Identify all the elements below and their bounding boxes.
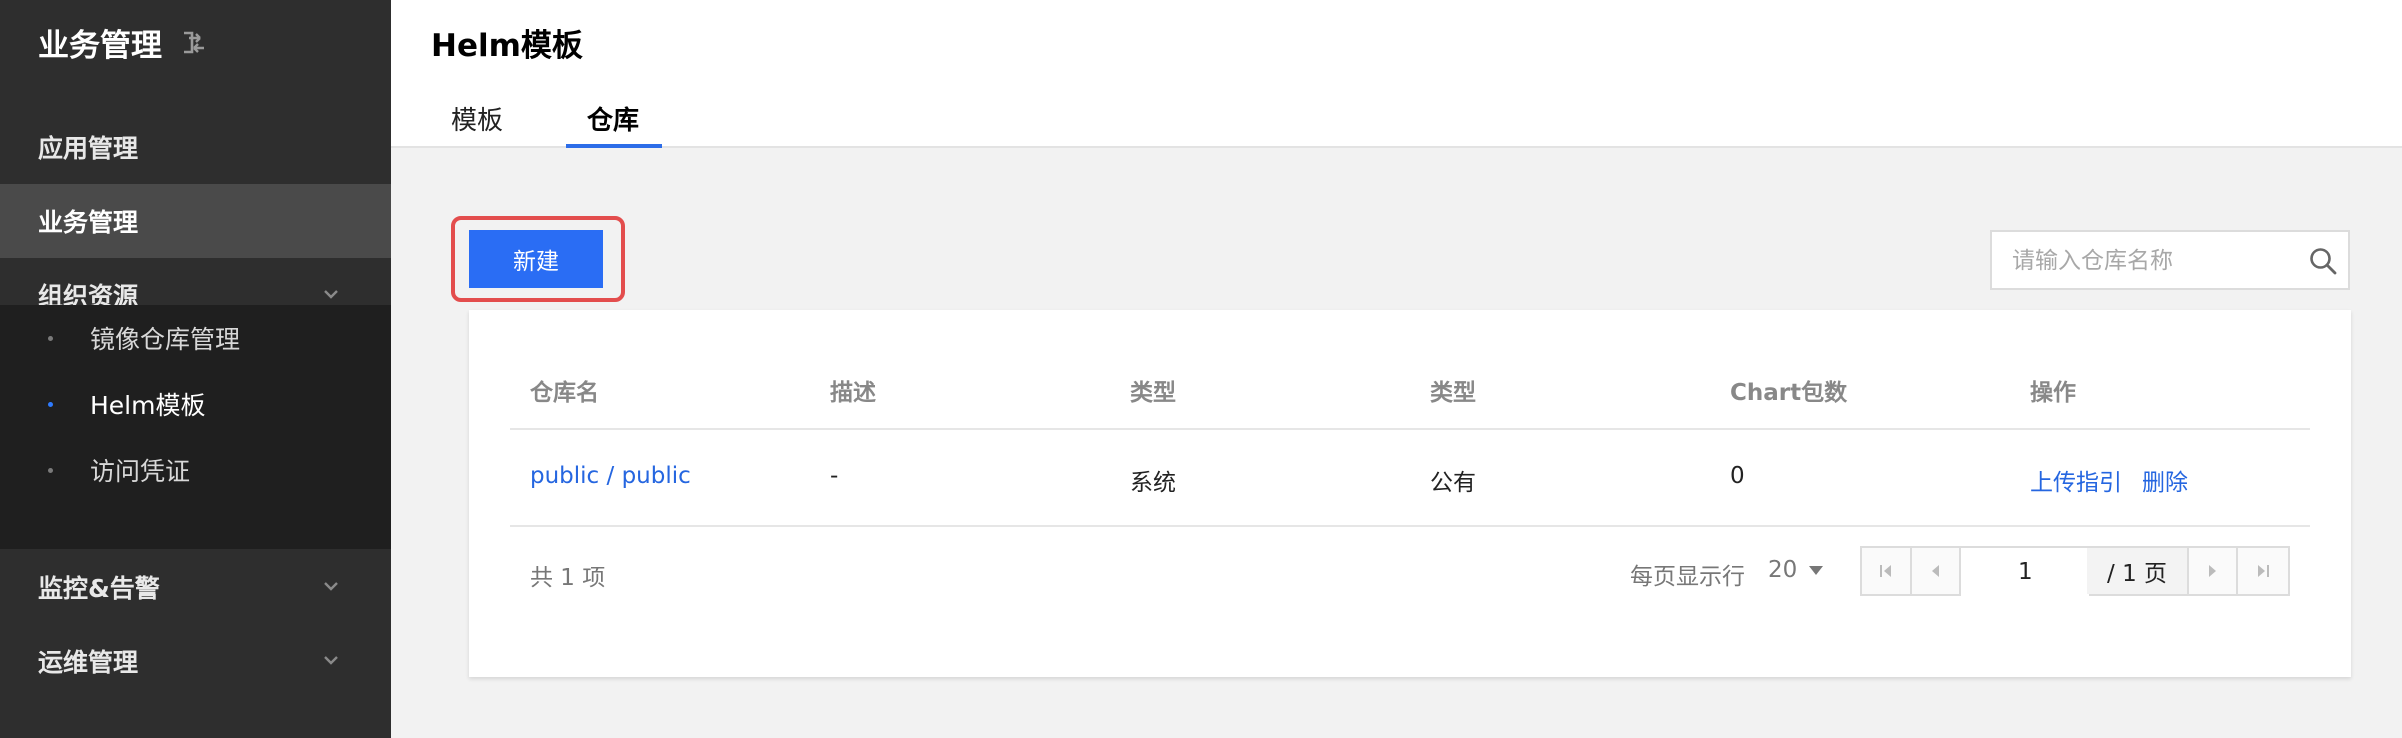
sidebar-item-label: 业务管理	[38, 208, 139, 237]
column-header-repo-name: 仓库名	[530, 380, 599, 406]
sidebar-item-monitoring-alerts[interactable]: 监控&告警	[0, 550, 391, 624]
sidebar-subitem-label: Helm模板	[90, 391, 206, 420]
last-page-icon	[2258, 565, 2270, 577]
chevron-down-icon	[324, 290, 338, 299]
page-size-label: 每页显示行	[1630, 564, 1745, 590]
prev-page-button[interactable]	[1911, 548, 1962, 594]
column-header-type: 类型	[1130, 380, 1176, 406]
bullet-dot	[48, 468, 53, 473]
first-page-icon	[1879, 565, 1891, 577]
new-button[interactable]: 新建	[469, 230, 603, 288]
repository-table-card: 仓库名 描述 类型 类型 Chart包数 操作 public / public …	[469, 310, 2351, 677]
search-box	[1990, 230, 2350, 290]
total-pages: / 1 页	[2087, 548, 2189, 594]
total-count: 共 1 项	[530, 565, 606, 591]
page-size-value: 20	[1768, 557, 1798, 583]
last-page-button[interactable]	[2238, 548, 2288, 594]
switch-icon[interactable]	[180, 30, 208, 56]
sidebar-subitem-access-credentials[interactable]: 访问凭证	[0, 437, 391, 503]
sidebar-subitem-helm-templates[interactable]: Helm模板	[0, 371, 391, 437]
sidebar-item-app-management[interactable]: 应用管理	[0, 110, 391, 184]
sidebar-subitem-label: 镜像仓库管理	[90, 325, 241, 354]
page-number-input[interactable]	[1961, 548, 2090, 596]
sidebar-submenu: 镜像仓库管理 Helm模板 访问凭证	[0, 305, 391, 549]
tab-repositories[interactable]: 仓库	[587, 100, 639, 137]
row-divider	[510, 525, 2310, 527]
sidebar-item-label: 监控&告警	[38, 574, 160, 603]
sidebar-subitem-label: 访问凭证	[90, 457, 191, 486]
repo-type: 系统	[1130, 470, 1176, 496]
repo-description: -	[830, 463, 839, 489]
column-header-chart-count: Chart包数	[1730, 380, 1848, 406]
sidebar-item-label: 应用管理	[38, 134, 139, 163]
repo-visibility: 公有	[1430, 470, 1476, 496]
active-tab-indicator	[566, 144, 662, 148]
sidebar-header: 业务管理	[38, 20, 208, 65]
column-header-description: 描述	[830, 380, 876, 406]
prev-page-icon	[1932, 565, 1940, 577]
next-page-icon	[2208, 565, 2216, 577]
sidebar-item-label: 运维管理	[38, 648, 139, 677]
repo-chart-count: 0	[1730, 463, 1745, 489]
page-size-select[interactable]: 20	[1768, 557, 1824, 583]
sidebar: 业务管理 应用管理 业务管理 组织资源 镜像仓库管理 Helm模板 访问凭证 监…	[0, 0, 391, 738]
search-input[interactable]	[2010, 232, 2294, 290]
sidebar-item-ops-management[interactable]: 运维管理	[0, 624, 391, 698]
upload-guide-link[interactable]: 上传指引	[2030, 463, 2122, 497]
page-header: Helm模板 模板 仓库	[391, 0, 2402, 148]
bullet-dot	[48, 336, 53, 341]
sidebar-item-business-management[interactable]: 业务管理	[0, 184, 391, 258]
pagination-controls: / 1 页	[1860, 546, 2290, 596]
delete-link[interactable]: 删除	[2142, 463, 2188, 497]
next-page-button[interactable]	[2188, 548, 2239, 594]
page-number-field	[1961, 548, 2090, 596]
column-header-type-visibility: 类型	[1430, 380, 1476, 406]
header-divider	[510, 428, 2310, 430]
sidebar-subitem-image-registry[interactable]: 镜像仓库管理	[0, 305, 391, 371]
column-header-actions: 操作	[2030, 380, 2076, 406]
first-page-button[interactable]	[1862, 548, 1912, 594]
chevron-down-icon	[324, 582, 338, 591]
repo-name-link[interactable]: public / public	[530, 463, 691, 489]
chevron-down-icon	[324, 656, 338, 665]
caret-down-icon	[1809, 565, 1824, 575]
bullet-dot	[48, 402, 53, 407]
sidebar-title: 业务管理	[38, 28, 162, 64]
tab-templates[interactable]: 模板	[451, 100, 503, 137]
page-title: Helm模板	[431, 28, 583, 64]
search-icon[interactable]	[2308, 246, 2338, 276]
